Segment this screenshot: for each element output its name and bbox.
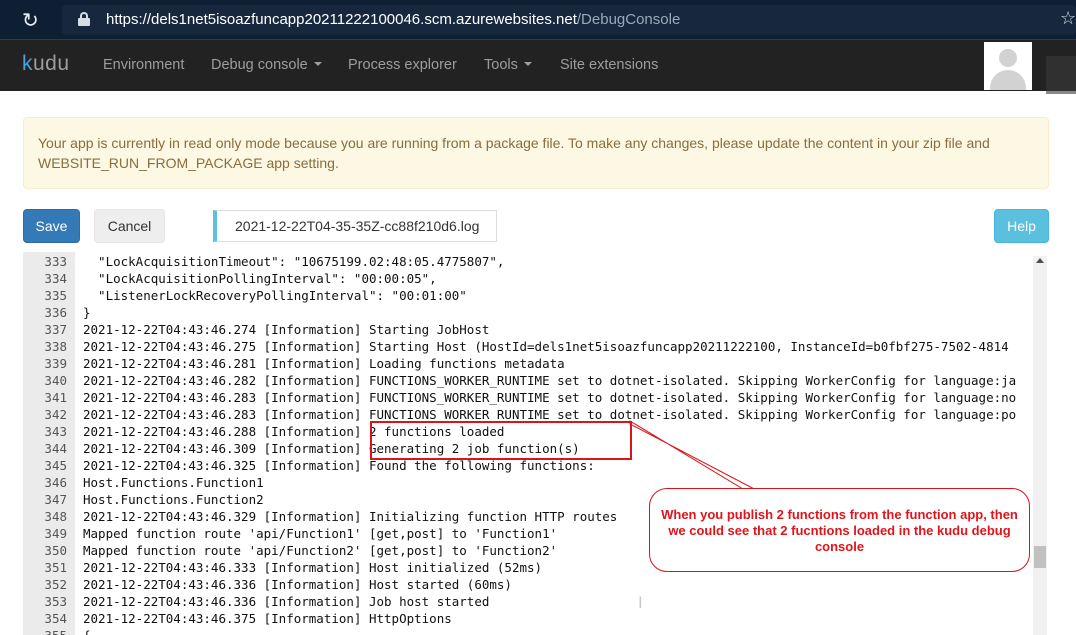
line-number: 345	[44, 458, 67, 473]
line-number: 337	[44, 322, 67, 337]
line-text: 2021-12-22T04:43:46.283 [Information] FU…	[83, 390, 1017, 405]
url-host: https://dels1net5isoazfuncapp20211222100…	[106, 11, 577, 28]
editor-line[interactable]: 334 "LockAcquisitionPollingInterval": "0…	[23, 270, 1033, 287]
line-number: 340	[44, 373, 67, 388]
nav-environment[interactable]: Environment	[103, 57, 184, 73]
scroll-thumb[interactable]	[1034, 546, 1046, 568]
line-text: 2021-12-22T04:43:46.274 [Information] St…	[83, 322, 490, 337]
text-cursor-icon: I	[638, 593, 643, 612]
scroll-up-arrow-icon[interactable]	[1036, 258, 1044, 263]
nav-site-extensions[interactable]: Site extensions	[560, 57, 658, 73]
nav-process-explorer[interactable]: Process explorer	[348, 57, 457, 73]
line-number: 348	[44, 509, 67, 524]
chevron-down-icon	[313, 62, 322, 66]
line-number: 352	[44, 577, 67, 592]
line-number: 335	[44, 288, 67, 303]
editor-line[interactable]: 354 2021-12-22T04:43:46.375 [Information]…	[23, 610, 1033, 627]
kudu-logo[interactable]: kudu	[22, 52, 70, 76]
line-number: 344	[44, 441, 67, 456]
editor-line[interactable]: 337 2021-12-22T04:43:46.274 [Information]…	[23, 321, 1033, 338]
line-number: 342	[44, 407, 67, 422]
line-text: {	[83, 627, 91, 635]
kudu-navbar: kudu Environment Debug console Process e…	[0, 40, 1076, 91]
line-text: Mapped function route 'api/Function1' [g…	[83, 526, 558, 541]
line-text: 2021-12-22T04:43:46.281 [Information] Lo…	[83, 356, 565, 371]
line-text: 2021-12-22T04:43:46.336 [Information] Ho…	[83, 577, 512, 592]
editor-line[interactable]: 335 "ListenerLockRecoveryPollingInterval…	[23, 287, 1033, 304]
cancel-button[interactable]: Cancel	[94, 209, 165, 243]
line-number: 343	[44, 424, 67, 439]
line-text: "LockAcquisitionTimeout": "10675199.02:4…	[83, 254, 505, 269]
line-text: }	[83, 305, 91, 320]
redacted-area	[1046, 56, 1076, 94]
line-text: 2021-12-22T04:43:46.329 [Information] In…	[83, 509, 618, 524]
editor-line[interactable]: 333 "LockAcquisitionTimeout": "10675199.…	[23, 253, 1033, 270]
line-number: 354	[44, 611, 67, 626]
star-icon[interactable]: ☆	[1060, 8, 1076, 29]
line-text: 2021-12-22T04:43:46.333 [Information] Ho…	[83, 560, 543, 575]
editor-scrollbar[interactable]	[1033, 256, 1047, 635]
editor-line[interactable]: 336}	[23, 304, 1033, 321]
line-number: 350	[44, 543, 67, 558]
line-text: "ListenerLockRecoveryPollingInterval": "…	[83, 288, 467, 303]
open-file-tab[interactable]: 2021-12-22T04-35-35Z-cc88f210d6.log	[213, 210, 497, 242]
line-text: Host.Functions.Function2	[83, 492, 264, 507]
line-text: 2021-12-22T04:43:46.282 [Information] FU…	[83, 373, 1017, 388]
line-number: 355	[23, 627, 67, 635]
editor-line[interactable]: 339 2021-12-22T04:43:46.281 [Information]…	[23, 355, 1033, 372]
line-number: 351	[44, 560, 67, 575]
line-number: 346	[44, 475, 67, 490]
annotation-highlight-box	[370, 421, 632, 460]
save-button[interactable]: Save	[23, 209, 80, 243]
line-number: 338	[44, 339, 67, 354]
user-avatar-icon[interactable]	[984, 42, 1032, 90]
line-text: "LockAcquisitionPollingInterval": "00:00…	[83, 271, 437, 286]
annotation-callout: When you publish 2 functions from the fu…	[649, 488, 1030, 572]
line-text: Host.Functions.Function1	[83, 475, 264, 490]
line-number: 334	[44, 271, 67, 286]
line-text: 2021-12-22T04:43:46.275 [Information] St…	[83, 339, 1009, 354]
line-number: 333	[44, 254, 67, 269]
line-text: 2021-12-22T04:43:46.336 [Information] Jo…	[83, 594, 490, 609]
help-button[interactable]: Help	[994, 209, 1049, 243]
line-number: 339	[44, 356, 67, 371]
line-number: 347	[44, 492, 67, 507]
browser-toolbar: ↻ https://dels1net5isoazfuncapp202112221…	[0, 0, 1076, 40]
editor-line[interactable]: 352 2021-12-22T04:43:46.336 [Information]…	[23, 576, 1033, 593]
editor-line[interactable]: 355 {	[23, 627, 1033, 635]
read-only-alert: Your app is currently in read only mode …	[23, 117, 1049, 189]
line-text: 2021-12-22T04:43:46.375 [Information] Ht…	[83, 611, 452, 626]
editor-line[interactable]: 353 2021-12-22T04:43:46.336 [Information]…	[23, 593, 1033, 610]
line-number: 336	[44, 305, 67, 320]
line-number: 353	[44, 594, 67, 609]
reload-icon[interactable]: ↻	[22, 9, 44, 31]
editor-line[interactable]: 338 2021-12-22T04:43:46.275 [Information]…	[23, 338, 1033, 355]
url-text[interactable]: https://dels1net5isoazfuncapp20211222100…	[106, 11, 680, 28]
lock-icon[interactable]	[78, 12, 90, 26]
chevron-down-icon	[523, 62, 532, 66]
editor-line[interactable]: 340 2021-12-22T04:43:46.282 [Information]…	[23, 372, 1033, 389]
editor-line[interactable]: 341 2021-12-22T04:43:46.283 [Information]…	[23, 389, 1033, 406]
nav-tools[interactable]: Tools	[484, 57, 532, 73]
line-number: 349	[44, 526, 67, 541]
nav-debug-console[interactable]: Debug console	[211, 57, 322, 73]
url-path: /DebugConsole	[576, 11, 681, 28]
line-text: Mapped function route 'api/Function2' [g…	[83, 543, 558, 558]
line-number: 341	[44, 390, 67, 405]
